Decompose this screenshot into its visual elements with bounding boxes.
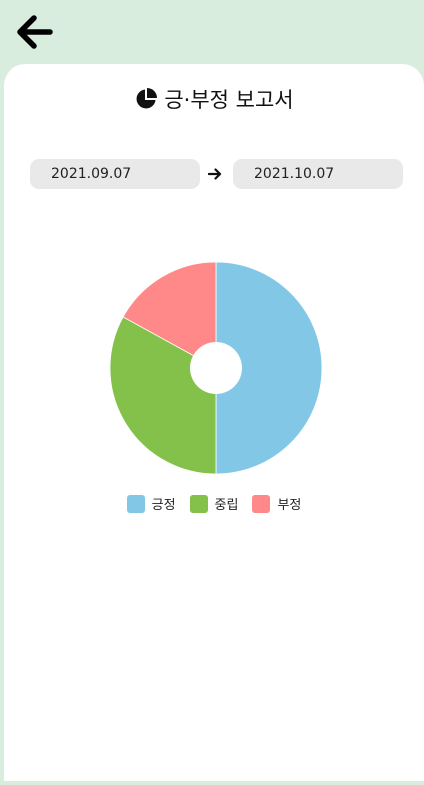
arrow-left-icon [17,15,53,49]
start-date-field[interactable]: 2021.09.07 [30,159,200,189]
donut-hole [190,342,242,394]
legend-label: 부정 [277,498,302,513]
legend-label: 긍정 [151,498,176,513]
arrow-right-icon [208,168,222,180]
sentiment-pie-chart [108,260,324,476]
legend-swatch [126,494,145,513]
report-header: 긍·부정 보고서 [4,84,424,114]
legend-swatch [252,494,271,513]
page-title: 긍·부정 보고서 [164,88,294,112]
back-button[interactable] [14,12,54,52]
report-card: 긍·부정 보고서 2021.09.07 2021.10.07 긍정 중립 부정 [3,64,424,782]
pie-chart-svg [109,261,323,475]
pie-chart-icon [136,88,158,109]
legend-swatch [189,494,208,513]
end-date-field[interactable]: 2021.10.07 [233,159,403,189]
top-bar [0,0,424,64]
legend-item-0[interactable]: 긍정 [126,494,176,513]
chart-legend: 긍정 중립 부정 [4,494,424,513]
date-range: 2021.09.07 2021.10.07 [4,159,424,189]
legend-item-1[interactable]: 중립 [189,494,239,513]
legend-item-2[interactable]: 부정 [252,494,301,513]
legend-label: 중립 [214,498,239,513]
